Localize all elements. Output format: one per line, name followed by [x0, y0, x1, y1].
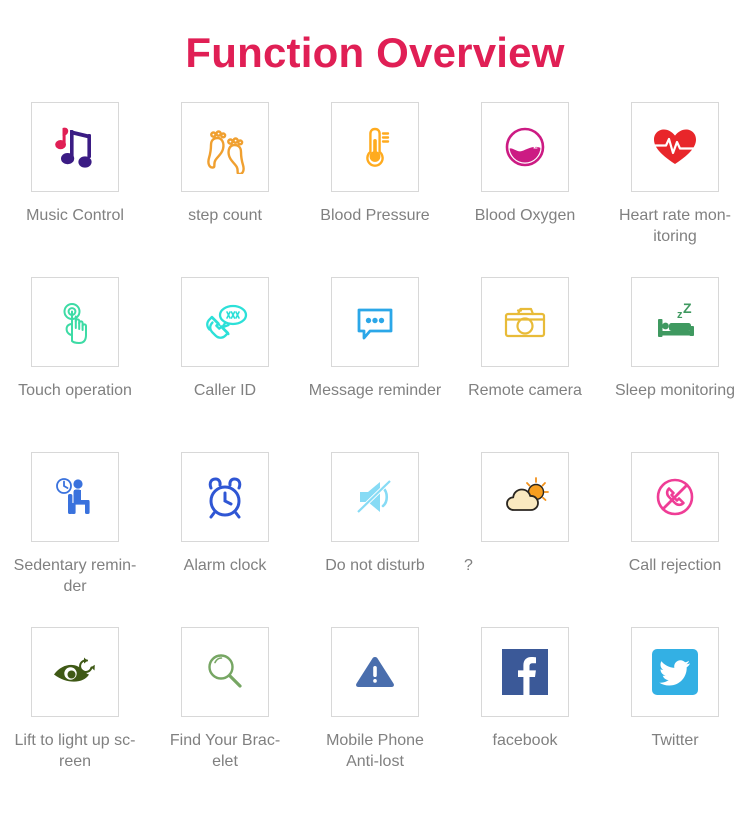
function-cell-touch-operation[interactable]: Touch operation: [0, 277, 150, 452]
function-label: Mobile Phone Anti-lost: [326, 732, 424, 771]
thermometer-icon: [366, 127, 390, 167]
function-label: Touch operation: [18, 382, 132, 399]
heart-pulse-icon: [653, 129, 697, 164]
function-label: Do not disturb: [325, 557, 425, 574]
mute-speaker-icon: [356, 479, 392, 514]
function-cell-caller-id[interactable]: Caller ID: [150, 277, 300, 452]
function-cell-blood-oxygen[interactable]: O 2 Blood Oxygen: [450, 102, 600, 277]
function-cell-music-control[interactable]: Music Control: [0, 102, 150, 277]
function-label: Call rejection: [628, 557, 722, 574]
svg-text:Z: Z: [683, 300, 692, 316]
music-note-icon: [55, 127, 92, 168]
svg-text:O: O: [523, 135, 532, 149]
function-cell-facebook[interactable]: facebook: [450, 627, 600, 802]
function-cell-twitter[interactable]: Twitter: [600, 627, 750, 802]
function-label: Lift to light up sc- reen: [14, 732, 136, 771]
function-tile[interactable]: [481, 277, 569, 367]
function-tile[interactable]: [331, 277, 419, 367]
function-tile[interactable]: [181, 102, 269, 192]
function-tile[interactable]: [631, 627, 719, 717]
function-label: Music Control: [26, 207, 124, 224]
sleep-bed-icon: z Z: [658, 300, 694, 337]
function-cell-blood-pressure[interactable]: Blood Pressure: [300, 102, 450, 277]
magnifier-icon: [208, 654, 242, 688]
function-tile[interactable]: O 2: [481, 102, 569, 192]
function-cell-step-count[interactable]: step count: [150, 102, 300, 277]
function-label: Sedentary remin- der: [13, 557, 137, 596]
function-label: Twitter: [651, 732, 699, 749]
function-tile[interactable]: [331, 452, 419, 542]
function-overview-page: Function Overview Music Control step cou…: [0, 0, 750, 818]
function-tile[interactable]: [331, 102, 419, 192]
function-cell-call-rejection[interactable]: Call rejection: [600, 452, 750, 627]
function-tile[interactable]: [631, 452, 719, 542]
function-label: Remote camera: [468, 382, 582, 399]
function-label: Message reminder: [308, 382, 442, 399]
function-label: ?: [464, 557, 473, 574]
function-label: Blood Oxygen: [474, 207, 576, 224]
function-cell-alarm-clock[interactable]: Alarm clock: [150, 452, 300, 627]
function-cell-sedentary-reminder[interactable]: Sedentary remin- der: [0, 452, 150, 627]
alarm-clock-icon: [208, 477, 242, 519]
function-tile[interactable]: [481, 452, 569, 542]
camera-icon: [504, 307, 546, 338]
function-cell-do-not-disturb[interactable]: Do not disturb: [300, 452, 450, 627]
weather-sun-cloud-icon: [506, 477, 549, 511]
svg-text:2: 2: [533, 142, 538, 151]
twitter-icon: [652, 649, 698, 695]
function-tile[interactable]: [331, 627, 419, 717]
function-tile[interactable]: z Z: [631, 277, 719, 367]
function-cell-mobile-phone-anti-lost[interactable]: Mobile Phone Anti-lost: [300, 627, 450, 802]
function-tile[interactable]: [481, 627, 569, 717]
function-grid: Music Control step count Blood Pressure …: [0, 102, 750, 802]
function-cell-find-your-bracelet[interactable]: Find Your Brac- elet: [150, 627, 300, 802]
function-cell-lift-to-light-up-screen[interactable]: Lift to light up sc- reen: [0, 627, 150, 802]
function-label: Heart rate mon- itoring: [618, 207, 732, 246]
function-tile[interactable]: [31, 102, 119, 192]
facebook-icon: [502, 649, 548, 695]
page-title: Function Overview: [185, 29, 565, 76]
function-label: Sleep monitoring: [614, 382, 736, 399]
function-tile[interactable]: [631, 102, 719, 192]
touch-hand-icon: [63, 303, 87, 344]
eye-refresh-icon: [54, 657, 95, 682]
function-label: Caller ID: [193, 382, 257, 399]
function-cell-remote-camera[interactable]: Remote camera: [450, 277, 600, 452]
function-cell-message-reminder[interactable]: Message reminder: [300, 277, 450, 452]
message-bubble-icon: [357, 308, 393, 340]
call-reject-icon: [656, 478, 694, 516]
function-tile[interactable]: [31, 627, 119, 717]
blood-oxygen-icon: O 2: [505, 127, 545, 167]
function-label: Alarm clock: [183, 557, 267, 574]
function-label: step count: [188, 207, 262, 224]
warning-triangle-icon: [356, 657, 394, 687]
sedentary-person-icon: [56, 478, 90, 514]
footprints-icon: [207, 130, 245, 174]
function-label: Blood Pressure: [320, 207, 430, 224]
function-tile[interactable]: [31, 452, 119, 542]
caller-id-icon: [206, 304, 248, 339]
function-label: Find Your Brac- elet: [169, 732, 281, 771]
function-cell-sleep-monitoring[interactable]: z Z Sleep monitoring: [600, 277, 750, 452]
function-tile[interactable]: [31, 277, 119, 367]
function-tile[interactable]: [181, 627, 269, 717]
function-tile[interactable]: [181, 277, 269, 367]
function-tile[interactable]: [181, 452, 269, 542]
function-cell-weather[interactable]: ?: [450, 452, 600, 627]
function-label: facebook: [492, 732, 558, 749]
function-cell-heart-rate[interactable]: Heart rate mon- itoring: [600, 102, 750, 277]
